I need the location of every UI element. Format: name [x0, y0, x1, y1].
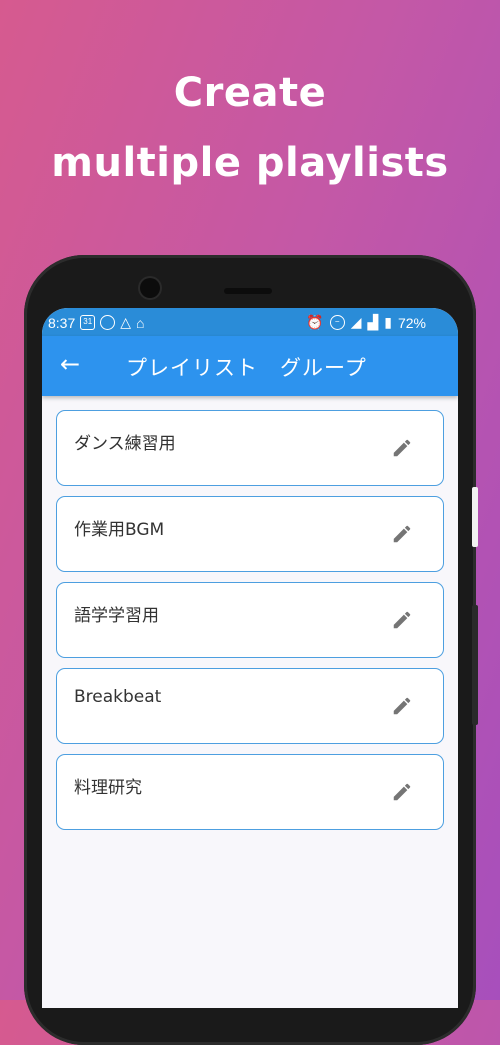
incognito-icon: ⌂	[136, 314, 145, 331]
group-name: ダンス練習用	[74, 434, 176, 454]
signal-icon: ▟	[367, 314, 379, 330]
headline-line-1: Create	[173, 70, 327, 116]
edit-pencil-icon[interactable]	[391, 695, 413, 717]
page-title: プレイリスト グループ	[126, 356, 367, 380]
wifi-icon: ◢	[350, 314, 362, 330]
group-card[interactable]: 語学学習用	[56, 582, 444, 658]
phone-side-button	[472, 487, 478, 547]
group-name: 料理研究	[74, 778, 142, 798]
drive-icon: △	[120, 314, 132, 330]
battery-level: 72%	[397, 314, 426, 331]
status-time: 8:37	[48, 314, 76, 331]
edit-pencil-icon[interactable]	[391, 609, 413, 631]
group-name: 作業用BGM	[74, 520, 165, 540]
group-card[interactable]: ダンス練習用	[56, 410, 444, 486]
do-not-disturb-icon: −	[329, 315, 345, 330]
alarm-icon: ⏰	[306, 314, 324, 330]
front-camera	[140, 278, 160, 298]
edit-pencil-icon[interactable]	[391, 781, 413, 803]
phone-screen: 8:37 31 △ ⌂ ⏰ − ◢ ▟ ▮ 72% ← プレイリスト グループ …	[42, 308, 458, 1008]
line-app-icon	[100, 315, 116, 330]
edit-pencil-icon[interactable]	[391, 523, 413, 545]
edit-pencil-icon[interactable]	[391, 437, 413, 459]
group-card[interactable]: 料理研究	[56, 754, 444, 830]
group-name: 語学学習用	[74, 606, 159, 626]
battery-icon: ▮	[384, 314, 392, 330]
headline-line-2: multiple playlists	[51, 140, 449, 186]
calendar-icon: 31	[80, 315, 96, 330]
app-bar: ← プレイリスト グループ	[42, 336, 458, 396]
arrow-back-icon[interactable]: ←	[60, 350, 80, 378]
earpiece-speaker	[224, 288, 272, 294]
group-name: Breakbeat	[74, 687, 162, 707]
phone-volume-button	[472, 605, 478, 725]
group-list: ダンス練習用 作業用BGM 語学学習用 Breakbeat 料理研究	[42, 396, 458, 830]
group-card[interactable]: 作業用BGM	[56, 496, 444, 572]
group-card[interactable]: Breakbeat	[56, 668, 444, 744]
status-bar: 8:37 31 △ ⌂ ⏰ − ◢ ▟ ▮ 72%	[42, 308, 458, 336]
